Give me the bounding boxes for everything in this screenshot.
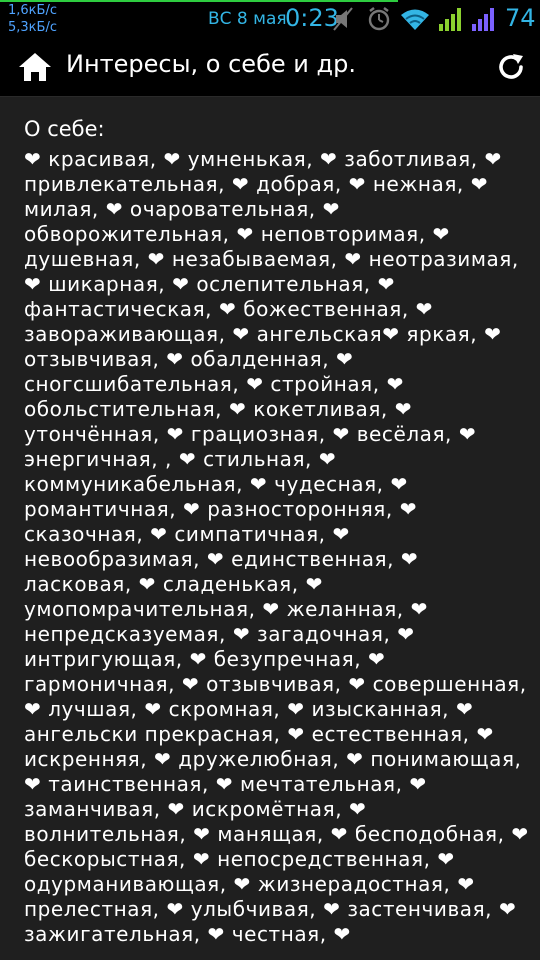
status-time: 0:23	[285, 4, 339, 32]
alarm-icon	[368, 7, 390, 31]
upload-speed: 1,6кБ/с	[8, 3, 57, 18]
signal-strength-green-icon	[439, 8, 461, 31]
refresh-icon[interactable]	[496, 52, 526, 82]
signal-strength-purple-icon	[472, 8, 494, 31]
page-title: Интересы, о себе и др.	[66, 50, 356, 78]
network-speed: 1,6кБ/с 5,3кБ/с	[8, 2, 57, 36]
action-bar: Интересы, о себе и др.	[0, 38, 540, 97]
download-progress-line	[0, 0, 398, 2]
about-section: О себе: ❤ красивая, ❤ умненькая, ❤ забот…	[24, 116, 529, 947]
status-bar: 1,6кБ/с 5,3кБ/с ВС 8 мая 0:23 74	[0, 0, 540, 38]
section-title: О себе:	[24, 117, 105, 141]
mute-icon	[333, 7, 353, 31]
about-text: ❤ красивая, ❤ умненькая, ❤ заботливая, ❤…	[24, 147, 529, 946]
status-date: ВС 8 мая	[208, 9, 287, 29]
wifi-icon	[401, 9, 429, 30]
home-icon[interactable]	[18, 51, 52, 83]
download-speed: 5,3кБ/с	[8, 20, 57, 35]
battery-level: 74	[505, 4, 536, 32]
